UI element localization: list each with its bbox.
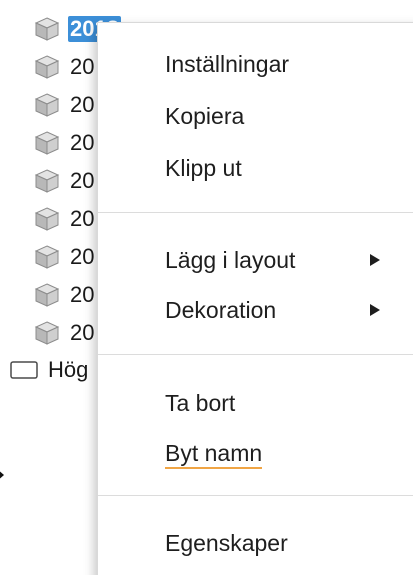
menu-item-label: Dekoration [165, 297, 277, 323]
menu-item-installningar[interactable]: Inställningar [165, 49, 289, 79]
context-menu: Inställningar Kopiera Klipp ut Lägg i la… [97, 22, 413, 575]
tree-item-label[interactable]: 20 [68, 92, 96, 118]
tree-item-8[interactable]: 20 [34, 280, 96, 310]
tree-item-label[interactable]: 20 [68, 282, 96, 308]
tree-item-4[interactable]: 20 [34, 128, 96, 158]
cube-icon [34, 17, 60, 41]
cube-icon [34, 131, 60, 155]
menu-item-label: Kopiera [165, 103, 245, 129]
tree-item-6[interactable]: 20 [34, 204, 96, 234]
tree-item-label[interactable]: 20 [68, 54, 96, 80]
submenu-arrow-icon [370, 254, 380, 266]
menu-item-label: Egenskaper [165, 530, 288, 556]
menu-item-label: Klipp ut [165, 155, 242, 181]
folder-icon [10, 361, 38, 379]
menu-item-label: Lägg i layout [165, 247, 296, 273]
tree-item-label[interactable]: 20 [68, 130, 96, 156]
menu-divider [98, 495, 413, 496]
submenu-arrow-icon [370, 304, 380, 316]
tree-folder-label[interactable]: Hög [46, 357, 90, 383]
cube-icon [34, 207, 60, 231]
tree-item-3[interactable]: 20 [34, 90, 96, 120]
tree-folder[interactable]: Hög [10, 355, 90, 385]
tree-item-7[interactable]: 20 [34, 242, 96, 272]
cube-icon [34, 93, 60, 117]
pointer-icon [0, 471, 4, 479]
tree-item-label[interactable]: 20 [68, 206, 96, 232]
menu-divider [98, 212, 413, 213]
cube-icon [34, 169, 60, 193]
menu-item-label: Inställningar [165, 51, 290, 77]
tree-item-2[interactable]: 20 [34, 52, 96, 82]
menu-item-egenskaper[interactable]: Egenskaper [165, 528, 288, 558]
menu-item-klipp-ut[interactable]: Klipp ut [165, 153, 242, 183]
tree-item-label[interactable]: 20 [68, 168, 96, 194]
menu-divider [98, 354, 413, 355]
menu-item-label: Byt namn [165, 440, 263, 469]
tree-item-label[interactable]: 20 [68, 320, 96, 346]
cube-icon [34, 283, 60, 307]
menu-item-label: Ta bort [165, 390, 236, 416]
tree-item-5[interactable]: 20 [34, 166, 96, 196]
cube-icon [34, 321, 60, 345]
cube-icon [34, 245, 60, 269]
menu-item-kopiera[interactable]: Kopiera [165, 101, 244, 131]
tree-item-label[interactable]: 20 [68, 244, 96, 270]
menu-item-dekoration[interactable]: Dekoration [165, 295, 276, 325]
menu-item-byt-namn[interactable]: Byt namn [165, 438, 263, 469]
tree-item-9[interactable]: 20 [34, 318, 96, 348]
menu-item-lagg-i-layout[interactable]: Lägg i layout [165, 245, 295, 275]
menu-item-ta-bort[interactable]: Ta bort [165, 388, 235, 418]
stage: 2018 20 20 20 20 20 20 20 20 Hög Inställ… [0, 0, 413, 575]
cube-icon [34, 55, 60, 79]
